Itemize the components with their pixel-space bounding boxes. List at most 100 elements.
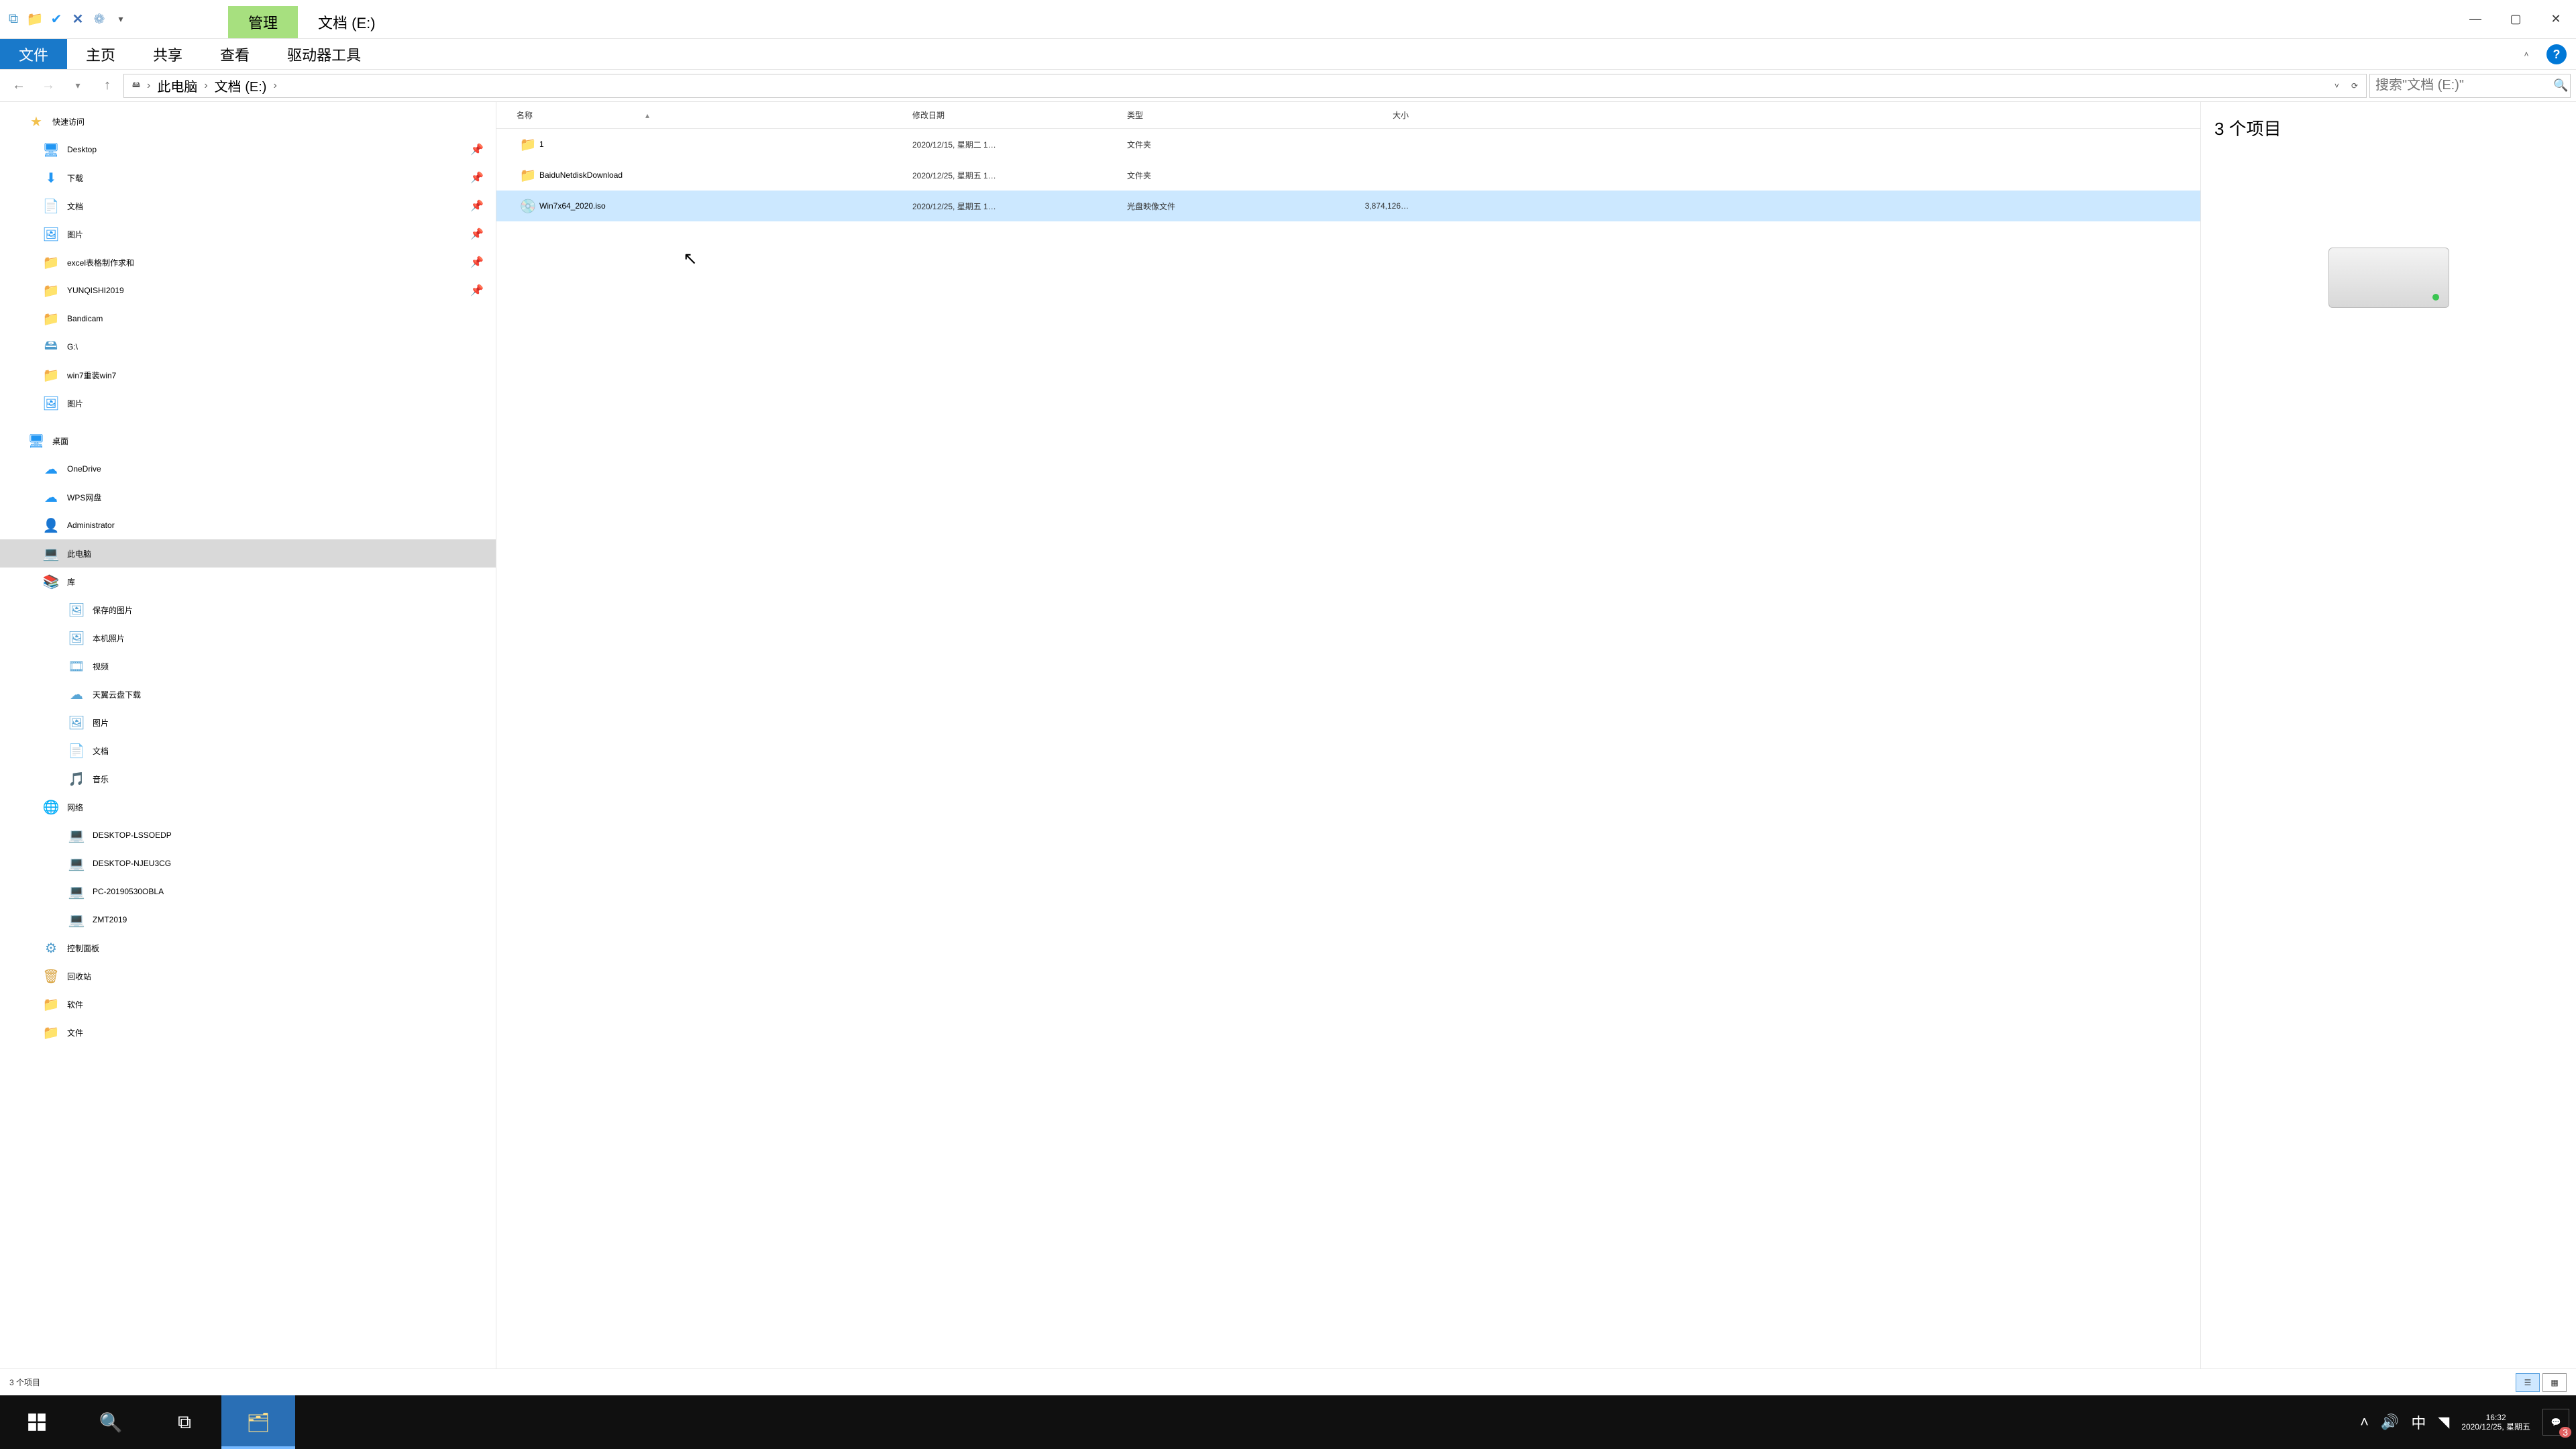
tree-item[interactable]: 📚库 [0,568,496,596]
breadcrumb-drive[interactable]: 文档 (E:) [211,76,271,95]
qat-dropdown-icon[interactable]: ▾ [113,11,129,28]
ime-indicator[interactable]: 中 [2411,1411,2426,1433]
tree-item[interactable]: 💻DESKTOP-LSSOEDP [0,821,496,849]
minimize-button[interactable]: — [2455,6,2496,33]
action-center-button[interactable]: 💬 3 [2542,1409,2569,1436]
chevron-right-icon[interactable]: › [144,80,153,92]
desktop-icon: 🖥 [27,433,46,449]
tree-item[interactable]: ☁WPS网盘 [0,483,496,511]
search-icon[interactable]: 🔍 [2553,78,2568,93]
ribbon-drive-tools[interactable]: 驱动器工具 [268,39,380,69]
tree-item[interactable]: 🖥桌面 [0,427,496,455]
column-name[interactable]: 名称▴ [517,109,912,121]
tree-item-label: 快速访问 [52,116,85,127]
tree-item[interactable]: 📁win7重装win7 [0,361,496,389]
tree-item[interactable]: 💻PC-20190530OBLA [0,877,496,906]
tree-item[interactable]: ☁OneDrive [0,455,496,483]
taskbar: 🔍 ⧉ 🗂 ˄ 🔊 中 ◥ 16:32 2020/12/25, 星期五 💬 3 [0,1395,2576,1449]
help-button[interactable]: ? [2546,44,2567,64]
tree-item[interactable]: 📁Bandicam [0,305,496,333]
clock[interactable]: 16:32 2020/12/25, 星期五 [2461,1413,2530,1432]
nav-forward-button[interactable]: → [35,72,62,99]
tree-item[interactable]: 🖼本机照片 [0,624,496,652]
tree-item[interactable]: ⚙控制面板 [0,934,496,962]
ribbon-share[interactable]: 共享 [134,39,201,69]
ribbon: 文件 主页 共享 查看 驱动器工具 ˄ ? [0,39,2576,70]
panel-icon: ⚙ [42,940,60,957]
file-list[interactable]: 名称▴ 修改日期 类型 大小 📁12020/12/15, 星期二 1…文件夹📁B… [496,102,2200,1368]
qat-check-icon[interactable]: ✔ [48,11,64,28]
search-box[interactable]: 🔍 [2369,74,2571,98]
tree-item[interactable]: 💻DESKTOP-NJEU3CG [0,849,496,877]
taskbar-search-button[interactable]: 🔍 [74,1395,148,1449]
tree-item[interactable]: 🖼保存的图片 [0,596,496,624]
tree-item-label: OneDrive [67,464,101,474]
tree-item[interactable]: 💻此电脑 [0,539,496,568]
tree-item[interactable]: 🎵音乐 [0,765,496,793]
tree-item[interactable]: 🖼图片 [0,389,496,417]
search-input[interactable] [2375,78,2553,93]
maximize-button[interactable]: ▢ [2496,6,2536,33]
tree-item[interactable]: 🖼图片📌 [0,220,496,248]
ribbon-file[interactable]: 文件 [0,39,67,69]
tree-item[interactable]: ★快速访问 [0,107,496,136]
qat-folder-icon[interactable]: 📁 [27,11,43,28]
column-type[interactable]: 类型 [1127,109,1308,121]
view-icons-button[interactable]: ▦ [2542,1373,2567,1392]
tray-app-icon[interactable]: ◥ [2438,1413,2449,1431]
refresh-icon[interactable]: ⟳ [2347,81,2362,91]
volume-icon[interactable]: 🔊 [2381,1413,2399,1431]
file-row[interactable]: 📁BaiduNetdiskDownload2020/12/25, 星期五 1…文… [496,160,2200,191]
ribbon-collapse-icon[interactable]: ˄ [2513,39,2540,69]
qat-settings-icon[interactable]: ❁ [91,11,107,28]
tree-item[interactable]: 👤Administrator [0,511,496,539]
navigation-tree[interactable]: ★快速访问🖥Desktop📌⬇下载📌📄文档📌🖼图片📌📁excel表格制作求和📌📁… [0,102,496,1368]
tree-item[interactable]: 🌐网络 [0,793,496,821]
file-date: 2020/12/15, 星期二 1… [912,139,1127,150]
view-details-button[interactable]: ☰ [2516,1373,2540,1392]
ribbon-view[interactable]: 查看 [201,39,268,69]
tray-overflow-icon[interactable]: ˄ [2360,1413,2369,1431]
breadcrumb-pc[interactable]: 此电脑 [153,76,201,95]
column-headers[interactable]: 名称▴ 修改日期 类型 大小 [496,102,2200,129]
qat-close-icon[interactable]: ✕ [70,11,86,28]
column-date[interactable]: 修改日期 [912,109,1127,121]
nav-back-button[interactable]: ← [5,72,32,99]
column-size[interactable]: 大小 [1308,109,1415,121]
pic-icon: 🖼 [67,602,86,619]
tree-item[interactable]: 📁excel表格制作求和📌 [0,248,496,276]
tree-item[interactable]: ☁天翼云盘下载 [0,680,496,708]
nav-recent-dropdown[interactable]: ▾ [64,72,91,99]
tree-item[interactable]: 💻ZMT2019 [0,906,496,934]
ribbon-home[interactable]: 主页 [67,39,134,69]
task-view-button[interactable]: ⧉ [148,1395,221,1449]
tree-item[interactable]: 📁软件 [0,990,496,1018]
tree-item-label: Desktop [67,145,97,154]
tree-item[interactable]: 📄文档 [0,737,496,765]
tree-item[interactable]: 🗑回收站 [0,962,496,990]
pic-icon: 🖼 [42,226,60,243]
start-button[interactable] [0,1395,74,1449]
breadcrumb[interactable]: 🖴 › 此电脑 › 文档 (E:) › ˅ ⟳ [123,74,2367,98]
file-row[interactable]: 📁12020/12/15, 星期二 1…文件夹 [496,129,2200,160]
tree-item[interactable]: 📁YUNQISHI2019📌 [0,276,496,305]
tree-item-label: 图片 [67,398,83,409]
tree-item[interactable]: 📄文档📌 [0,192,496,220]
quick-access-toolbar: ⧉ 📁 ✔ ✕ ❁ ▾ [0,11,134,28]
chevron-right-icon[interactable]: › [270,80,279,92]
tree-item[interactable]: 🖥Desktop📌 [0,136,496,164]
taskbar-explorer-button[interactable]: 🗂 [221,1395,295,1449]
net-icon: 🌐 [42,799,60,816]
tree-item[interactable]: ⬇下载📌 [0,164,496,192]
nav-up-button[interactable]: ↑ [94,72,121,99]
file-row[interactable]: 💿Win7x64_2020.iso2020/12/25, 星期五 1…光盘映像文… [496,191,2200,221]
chevron-right-icon[interactable]: › [201,80,210,92]
tree-item[interactable]: 🖼图片 [0,708,496,737]
contextual-tab-manage[interactable]: 管理 [228,6,298,38]
tree-item[interactable]: 📁文件 [0,1018,496,1046]
breadcrumb-dropdown-icon[interactable]: ˅ [2330,81,2343,91]
close-button[interactable]: ✕ [2536,6,2576,33]
tree-item[interactable]: 🖴G:\ [0,333,496,361]
status-bar: 3 个项目 ☰ ▦ [0,1368,2576,1395]
tree-item[interactable]: 🎞视频 [0,652,496,680]
